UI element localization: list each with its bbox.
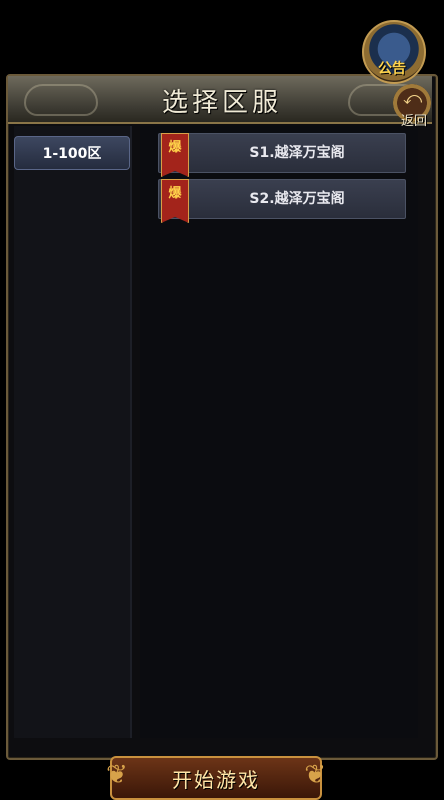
server-item-s1[interactable]: 爆 S1.越泽万宝阁 <box>158 133 406 177</box>
notice-label[interactable]: 公告 <box>370 58 414 78</box>
server-name: S1.越泽万宝阁 <box>249 145 345 161</box>
zone-list <box>14 126 132 738</box>
hot-badge-icon: 爆 <box>161 179 189 223</box>
server-name: S2.越泽万宝阁 <box>249 191 345 207</box>
start-game-label: 开始游戏 <box>172 768 260 792</box>
hot-badge-icon: 爆 <box>161 133 189 177</box>
zone-tab-1-100[interactable]: 1-100区 <box>14 136 130 170</box>
start-game-button[interactable]: ❦ ❦ 开始游戏 <box>106 756 326 800</box>
return-arrow-icon: ⤺ <box>403 88 423 109</box>
page-title: 选择区服 <box>161 88 282 118</box>
server-item-s2[interactable]: 爆 S2.越泽万宝阁 <box>158 179 406 223</box>
